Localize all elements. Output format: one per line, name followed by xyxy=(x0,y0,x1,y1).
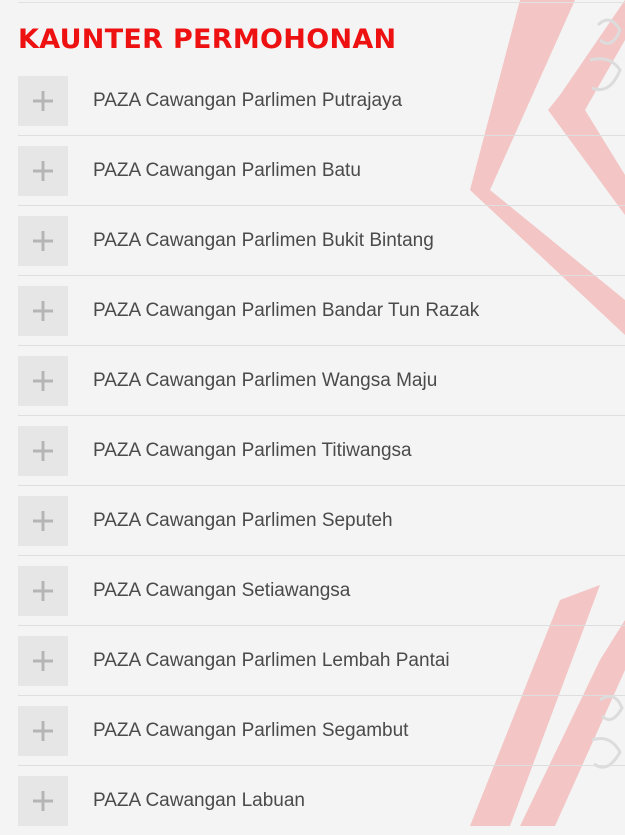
accordion-item-label: PAZA Cawangan Parlimen Lembah Pantai xyxy=(93,649,450,671)
expand-toggle-button[interactable] xyxy=(18,75,68,126)
plus-icon xyxy=(33,370,53,391)
accordion-item-label: PAZA Cawangan Setiawangsa xyxy=(93,579,351,601)
accordion-item[interactable]: PAZA Cawangan Parlimen Seputeh xyxy=(18,486,625,556)
accordion-item-label: PAZA Cawangan Parlimen Segambut xyxy=(93,719,409,741)
accordion-item-label: PAZA Cawangan Parlimen Seputeh xyxy=(93,509,393,531)
accordion-item-label: PAZA Cawangan Labuan xyxy=(93,789,305,811)
plus-icon xyxy=(33,440,53,461)
accordion-item[interactable]: PAZA Cawangan Labuan xyxy=(18,766,625,835)
section-title: KAUNTER PERMOHONAN xyxy=(18,24,397,55)
expand-toggle-button[interactable] xyxy=(18,145,68,196)
accordion-item[interactable]: PAZA Cawangan Parlimen Lembah Pantai xyxy=(18,626,625,696)
accordion-list: PAZA Cawangan Parlimen Putrajaya PAZA Caw… xyxy=(18,66,625,835)
expand-toggle-button[interactable] xyxy=(18,355,68,406)
plus-icon xyxy=(33,230,53,251)
expand-toggle-button[interactable] xyxy=(18,425,68,476)
plus-icon xyxy=(33,90,53,111)
accordion-item[interactable]: PAZA Cawangan Setiawangsa xyxy=(18,556,625,626)
accordion-item-label: PAZA Cawangan Parlimen Titiwangsa xyxy=(93,439,412,461)
plus-icon xyxy=(33,580,53,601)
plus-icon xyxy=(33,510,53,531)
expand-toggle-button[interactable] xyxy=(18,215,68,266)
accordion-item[interactable]: PAZA Cawangan Parlimen Segambut xyxy=(18,696,625,766)
plus-icon xyxy=(33,790,53,811)
accordion-item-label: PAZA Cawangan Parlimen Bandar Tun Razak xyxy=(93,299,480,321)
accordion-item[interactable]: PAZA Cawangan Parlimen Bukit Bintang xyxy=(18,206,625,276)
expand-toggle-button[interactable] xyxy=(18,285,68,336)
accordion-item-label: PAZA Cawangan Parlimen Putrajaya xyxy=(93,89,403,111)
accordion-item[interactable]: PAZA Cawangan Parlimen Batu xyxy=(18,136,625,206)
accordion-item-label: PAZA Cawangan Parlimen Wangsa Maju xyxy=(93,369,438,391)
expand-toggle-button[interactable] xyxy=(18,635,68,686)
accordion-item[interactable]: PAZA Cawangan Parlimen Bandar Tun Razak xyxy=(18,276,625,346)
plus-icon xyxy=(33,650,53,671)
expand-toggle-button[interactable] xyxy=(18,775,68,826)
accordion-item[interactable]: PAZA Cawangan Parlimen Wangsa Maju xyxy=(18,346,625,416)
top-divider xyxy=(18,2,625,3)
plus-icon xyxy=(33,300,53,321)
accordion-item[interactable]: PAZA Cawangan Parlimen Putrajaya xyxy=(18,66,625,136)
plus-icon xyxy=(33,720,53,741)
expand-toggle-button[interactable] xyxy=(18,565,68,616)
expand-toggle-button[interactable] xyxy=(18,705,68,756)
expand-toggle-button[interactable] xyxy=(18,495,68,546)
accordion-item-label: PAZA Cawangan Parlimen Batu xyxy=(93,159,361,181)
accordion-item[interactable]: PAZA Cawangan Parlimen Titiwangsa xyxy=(18,416,625,486)
accordion-item-label: PAZA Cawangan Parlimen Bukit Bintang xyxy=(93,229,434,251)
plus-icon xyxy=(33,160,53,181)
